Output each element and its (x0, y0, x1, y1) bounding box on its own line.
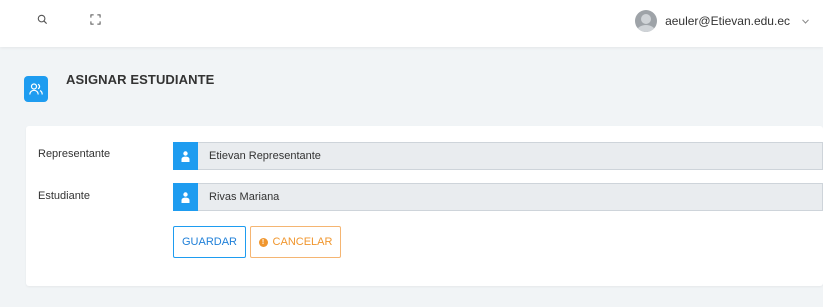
cancel-button[interactable]: ! CANCELAR (250, 226, 341, 258)
user-menu[interactable]: aeuler@Etievan.edu.ec (635, 10, 809, 32)
estudiante-label: Estudiante (38, 190, 90, 202)
user-icon (173, 142, 198, 170)
representante-field[interactable]: Etievan Representante (173, 142, 823, 170)
representante-label: Representante (38, 148, 111, 160)
search-icon[interactable] (37, 12, 48, 30)
avatar[interactable] (635, 10, 658, 32)
form-card: Representante Etievan Representante Estu… (26, 126, 823, 286)
representante-input[interactable]: Etievan Representante (198, 142, 823, 170)
cancel-label: CANCELAR (272, 236, 333, 248)
user-icon (173, 183, 198, 211)
expand-icon[interactable] (90, 12, 101, 30)
page-header: ASIGNAR ESTUDIANTE (24, 72, 214, 102)
user-email[interactable]: aeuler@Etievan.edu.ec (665, 14, 790, 28)
chevron-down-icon[interactable] (802, 16, 809, 26)
warning-icon: ! (258, 237, 268, 247)
save-button[interactable]: GUARDAR (173, 226, 246, 258)
page-title: ASIGNAR ESTUDIANTE (66, 72, 215, 87)
estudiante-input[interactable]: Rivas Mariana (198, 183, 823, 211)
estudiante-field[interactable]: Rivas Mariana (173, 183, 823, 211)
users-icon (24, 76, 48, 102)
top-navbar: aeuler@Etievan.edu.ec (0, 0, 823, 47)
